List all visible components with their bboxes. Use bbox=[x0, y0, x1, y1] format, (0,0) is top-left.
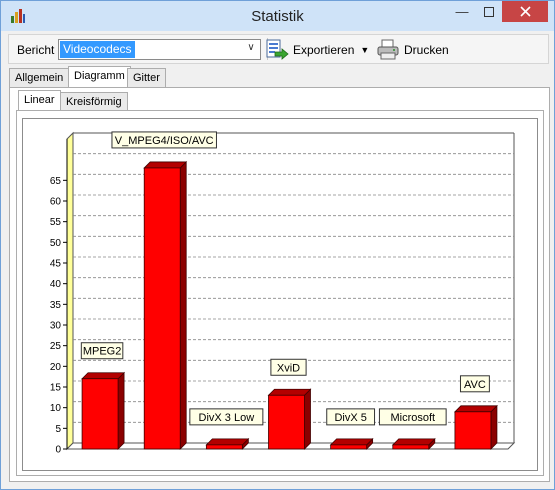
report-label: Bericht bbox=[17, 43, 55, 57]
print-button[interactable]: Drucken bbox=[376, 38, 449, 61]
close-icon bbox=[519, 6, 531, 17]
bar-label: MPEG2 bbox=[83, 346, 122, 358]
export-label: Exportieren bbox=[293, 42, 355, 57]
bar-side bbox=[304, 388, 311, 450]
bar-top bbox=[391, 438, 436, 446]
y-tick-label: 50 bbox=[50, 238, 62, 249]
tab-linear[interactable]: Linear bbox=[18, 90, 61, 112]
y-tick-label: 0 bbox=[55, 445, 61, 456]
export-dropdown-icon[interactable]: ▼ bbox=[360, 45, 369, 55]
bar-label: XviD bbox=[277, 362, 300, 374]
chart-panel: 0 5 10 15 20 25 30 35 40 45 50 55 60 65 MPEG2 V_MPEG4/I… bbox=[16, 110, 544, 476]
bar-label: AVC bbox=[464, 379, 486, 391]
chart-frame: 0 5 10 15 20 25 30 35 40 45 50 55 60 65 MPEG2 V_MPEG4/I… bbox=[22, 118, 538, 471]
y-tick-label: 55 bbox=[50, 217, 62, 228]
bar bbox=[81, 378, 119, 450]
y-tick-label: 60 bbox=[50, 197, 62, 208]
y-tick-label: 40 bbox=[50, 279, 62, 290]
bar-label: DivX 3 Low bbox=[199, 412, 255, 424]
chevron-down-icon[interactable]: ∨ bbox=[244, 42, 258, 57]
bar-side bbox=[179, 160, 187, 450]
bar-label: V_MPEG4/ISO/AVC bbox=[115, 135, 214, 147]
bar-label: DivX 5 bbox=[334, 412, 366, 424]
minimize-icon: — bbox=[455, 4, 469, 19]
bar-label: Microsoft bbox=[390, 412, 435, 424]
bar-top bbox=[267, 388, 312, 396]
y-tick-label: 45 bbox=[50, 259, 62, 270]
statistik-window: Statistik — Bericht Videocodecs ∨ Export… bbox=[0, 0, 555, 490]
bar-top bbox=[453, 405, 498, 413]
bar bbox=[205, 444, 243, 450]
export-button[interactable]: Exportieren ▼ bbox=[265, 38, 369, 61]
y-tick-label: 25 bbox=[50, 341, 62, 352]
y-tick-label: 30 bbox=[50, 321, 62, 332]
tab-diagramm[interactable]: Diagramm bbox=[68, 66, 131, 88]
tab-allgemein[interactable]: Allgemein bbox=[9, 68, 70, 87]
bar-side bbox=[490, 404, 498, 450]
minimize-button[interactable]: — bbox=[448, 1, 476, 22]
y-tick-label: 15 bbox=[50, 383, 62, 394]
y-tick-label: 10 bbox=[50, 403, 62, 414]
diagramm-panel: Linear Kreisförmig 0 5 10 15 20 25 30 35 40 45 50 5… bbox=[9, 87, 550, 482]
y-tick-label: 5 bbox=[55, 424, 61, 435]
bar bbox=[392, 444, 430, 450]
title-bar: Statistik — bbox=[1, 1, 554, 31]
maximize-icon bbox=[484, 6, 494, 17]
export-icon bbox=[266, 39, 289, 60]
bar bbox=[268, 394, 305, 450]
bar bbox=[143, 167, 181, 450]
bar-top bbox=[205, 438, 250, 446]
bar bbox=[454, 411, 492, 450]
chart-left-wall bbox=[66, 131, 74, 451]
report-select-value: Videocodecs bbox=[60, 41, 135, 58]
report-select[interactable]: Videocodecs ∨ bbox=[58, 39, 261, 60]
toolbar: Bericht Videocodecs ∨ Exportieren ▼ Druc… bbox=[8, 34, 549, 64]
y-tick-label: 65 bbox=[50, 176, 62, 187]
close-button[interactable] bbox=[502, 1, 548, 22]
bar-chart: 0 5 10 15 20 25 30 35 40 45 50 55 60 65 MPEG2 V_MPEG4/I… bbox=[50, 131, 516, 456]
printer-icon bbox=[377, 39, 399, 59]
tab-kreisfoermig[interactable]: Kreisförmig bbox=[60, 92, 128, 111]
bar-top bbox=[81, 372, 126, 380]
bar-side bbox=[117, 371, 125, 450]
maximize-button[interactable] bbox=[476, 1, 502, 22]
print-label: Drucken bbox=[404, 42, 449, 57]
bar bbox=[330, 444, 368, 450]
tab-gitter[interactable]: Gitter bbox=[127, 68, 166, 87]
bar-top bbox=[143, 161, 188, 169]
y-tick-label: 20 bbox=[50, 362, 62, 373]
y-tick-label: 35 bbox=[50, 300, 62, 311]
bar-top bbox=[329, 438, 374, 446]
